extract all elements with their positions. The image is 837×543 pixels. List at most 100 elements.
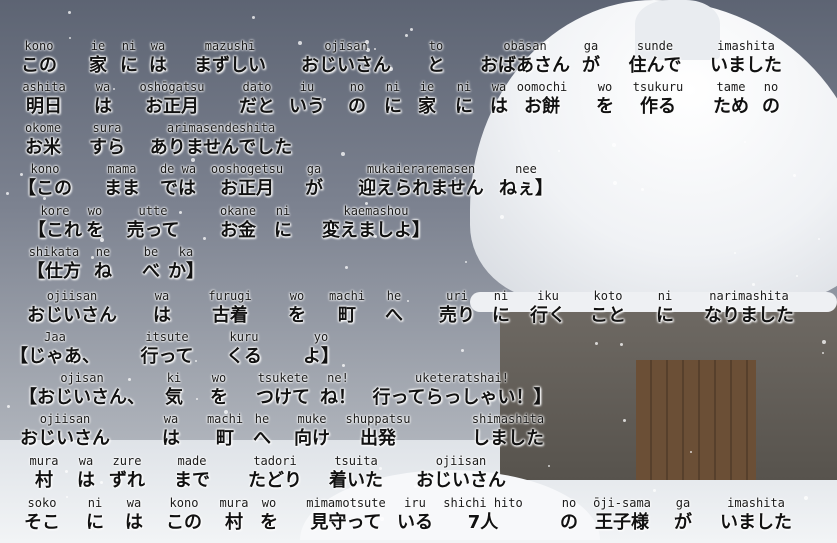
snowflake	[66, 496, 68, 498]
japanese-text: お餅	[524, 96, 560, 117]
romaji-reading: kaemashou	[343, 204, 409, 218]
romaji-reading: mama	[107, 162, 137, 176]
romaji-reading: furugi	[208, 289, 252, 303]
romaji-reading: ga	[675, 496, 691, 510]
japanese-text: 【じゃあ、	[10, 346, 100, 367]
snowflake	[20, 173, 23, 176]
romaji-reading: no	[763, 80, 779, 94]
subtitle-token: iru いる	[397, 496, 433, 534]
snowflake	[100, 481, 103, 484]
japanese-text: が	[305, 178, 323, 199]
japanese-text: 行く	[530, 305, 566, 326]
romaji-reading: tsukete	[257, 371, 309, 385]
japanese-text: は	[125, 512, 143, 533]
romaji-reading: tame	[716, 80, 746, 94]
snowflake	[345, 266, 348, 269]
japanese-text: 村	[225, 512, 243, 533]
subtitle-token: wa は	[125, 496, 143, 534]
subtitle-token: yo よ】	[303, 330, 339, 368]
subtitle-token: ojisan 【おじいさん、	[19, 371, 145, 409]
romaji-reading: zure	[112, 454, 142, 468]
japanese-text: は	[490, 96, 508, 117]
snowflake	[690, 451, 692, 453]
japanese-text: が	[582, 55, 600, 76]
japanese-text: たどり	[248, 470, 302, 491]
subtitle-token: ie 家	[89, 39, 107, 77]
japanese-text: を	[86, 220, 104, 241]
subtitle-token: kore 【これ	[28, 204, 82, 242]
subtitle-token: imashita いました	[720, 496, 792, 534]
romaji-reading: iu	[299, 80, 315, 94]
romaji-reading: utte	[138, 204, 168, 218]
romaji-reading: ni	[87, 496, 103, 510]
subtitle-token: nee ねぇ】	[499, 162, 553, 200]
snowflake	[465, 261, 467, 263]
subtitle-token: iu いう	[289, 80, 325, 118]
subtitle-token: okome お米	[25, 121, 61, 159]
subtitle-token: kaemashou 変えましよ】	[322, 204, 430, 242]
romaji-reading: dato	[242, 80, 272, 94]
subtitle-token: tame ため	[713, 80, 749, 118]
snowflake	[6, 192, 9, 195]
japanese-text: お米	[25, 137, 61, 158]
subtitle-token: imashita いました	[710, 39, 782, 77]
subtitle-token: mura 村	[30, 454, 59, 492]
romaji-reading: wa	[126, 496, 142, 510]
romaji-reading: mura	[29, 454, 59, 468]
subtitle-token: ojīsan おじいさん	[301, 39, 391, 77]
romaji-reading: Jaa	[44, 330, 66, 344]
subtitle-token: no の	[762, 80, 780, 118]
subtitle-token: wa は	[94, 80, 112, 118]
romaji-reading: wo	[87, 204, 103, 218]
japanese-text: 見守って	[310, 512, 382, 533]
romaji-reading: narimashita	[709, 289, 789, 303]
romaji-reading: ki	[166, 371, 182, 385]
subtitle-token: shimashita しました	[472, 412, 544, 450]
romaji-reading: kono	[24, 39, 54, 53]
snowflake	[822, 352, 824, 354]
japanese-text: まで	[174, 470, 210, 491]
romaji-reading: wa	[150, 39, 166, 53]
romaji-reading: ojiisan	[435, 454, 487, 468]
romaji-reading: sunde	[636, 39, 674, 53]
japanese-text: の	[348, 96, 366, 117]
japanese-text: お正月	[145, 96, 199, 117]
snowflake	[558, 150, 560, 152]
romaji-reading: ni	[456, 80, 472, 94]
romaji-reading: shuppatsu	[345, 412, 411, 426]
subtitle-token: be べ	[142, 245, 160, 283]
japanese-text: くる	[226, 346, 262, 367]
subtitle-token: wa は	[149, 39, 167, 77]
japanese-text: 行って	[140, 346, 194, 367]
snowflake	[744, 141, 746, 143]
romaji-reading: wa	[95, 80, 111, 94]
subtitle-token: oomochi お餅	[517, 80, 568, 118]
subtitle-token: muke 向け	[294, 412, 330, 450]
romaji-reading: sura	[92, 121, 122, 135]
snowflake	[91, 256, 94, 259]
romaji-reading: nee	[515, 162, 537, 176]
japanese-text: 住んで	[628, 55, 682, 76]
subtitle-token: ni に	[492, 289, 510, 327]
subtitle-token: itsute 行って	[140, 330, 194, 368]
subtitle-token: oshōgatsu お正月	[139, 80, 204, 118]
japanese-text: 【この	[18, 178, 72, 199]
subtitle-token: wa は	[490, 80, 508, 118]
romaji-reading: muke	[297, 412, 327, 426]
japanese-text: 作る	[640, 96, 676, 117]
romaji-reading: kono	[169, 496, 199, 510]
snowflake	[734, 252, 736, 254]
subtitle-token: ooshogetsu お正月	[211, 162, 283, 200]
romaji-reading: mukaieraremasen	[366, 162, 476, 176]
japanese-text: を	[210, 387, 228, 408]
japanese-text: ありませんでした	[149, 137, 293, 158]
subtitle-token: kono 【この	[18, 162, 72, 200]
snowflake	[641, 188, 644, 191]
japanese-text: 着いた	[329, 470, 383, 491]
japanese-text: つけて	[256, 387, 310, 408]
snowflake	[298, 41, 302, 45]
subtitle-token: Jaa 【じゃあ、	[10, 330, 100, 368]
subtitle-token: wo を	[86, 204, 104, 242]
snowflake	[410, 28, 413, 31]
romaji-reading: ga	[583, 39, 599, 53]
